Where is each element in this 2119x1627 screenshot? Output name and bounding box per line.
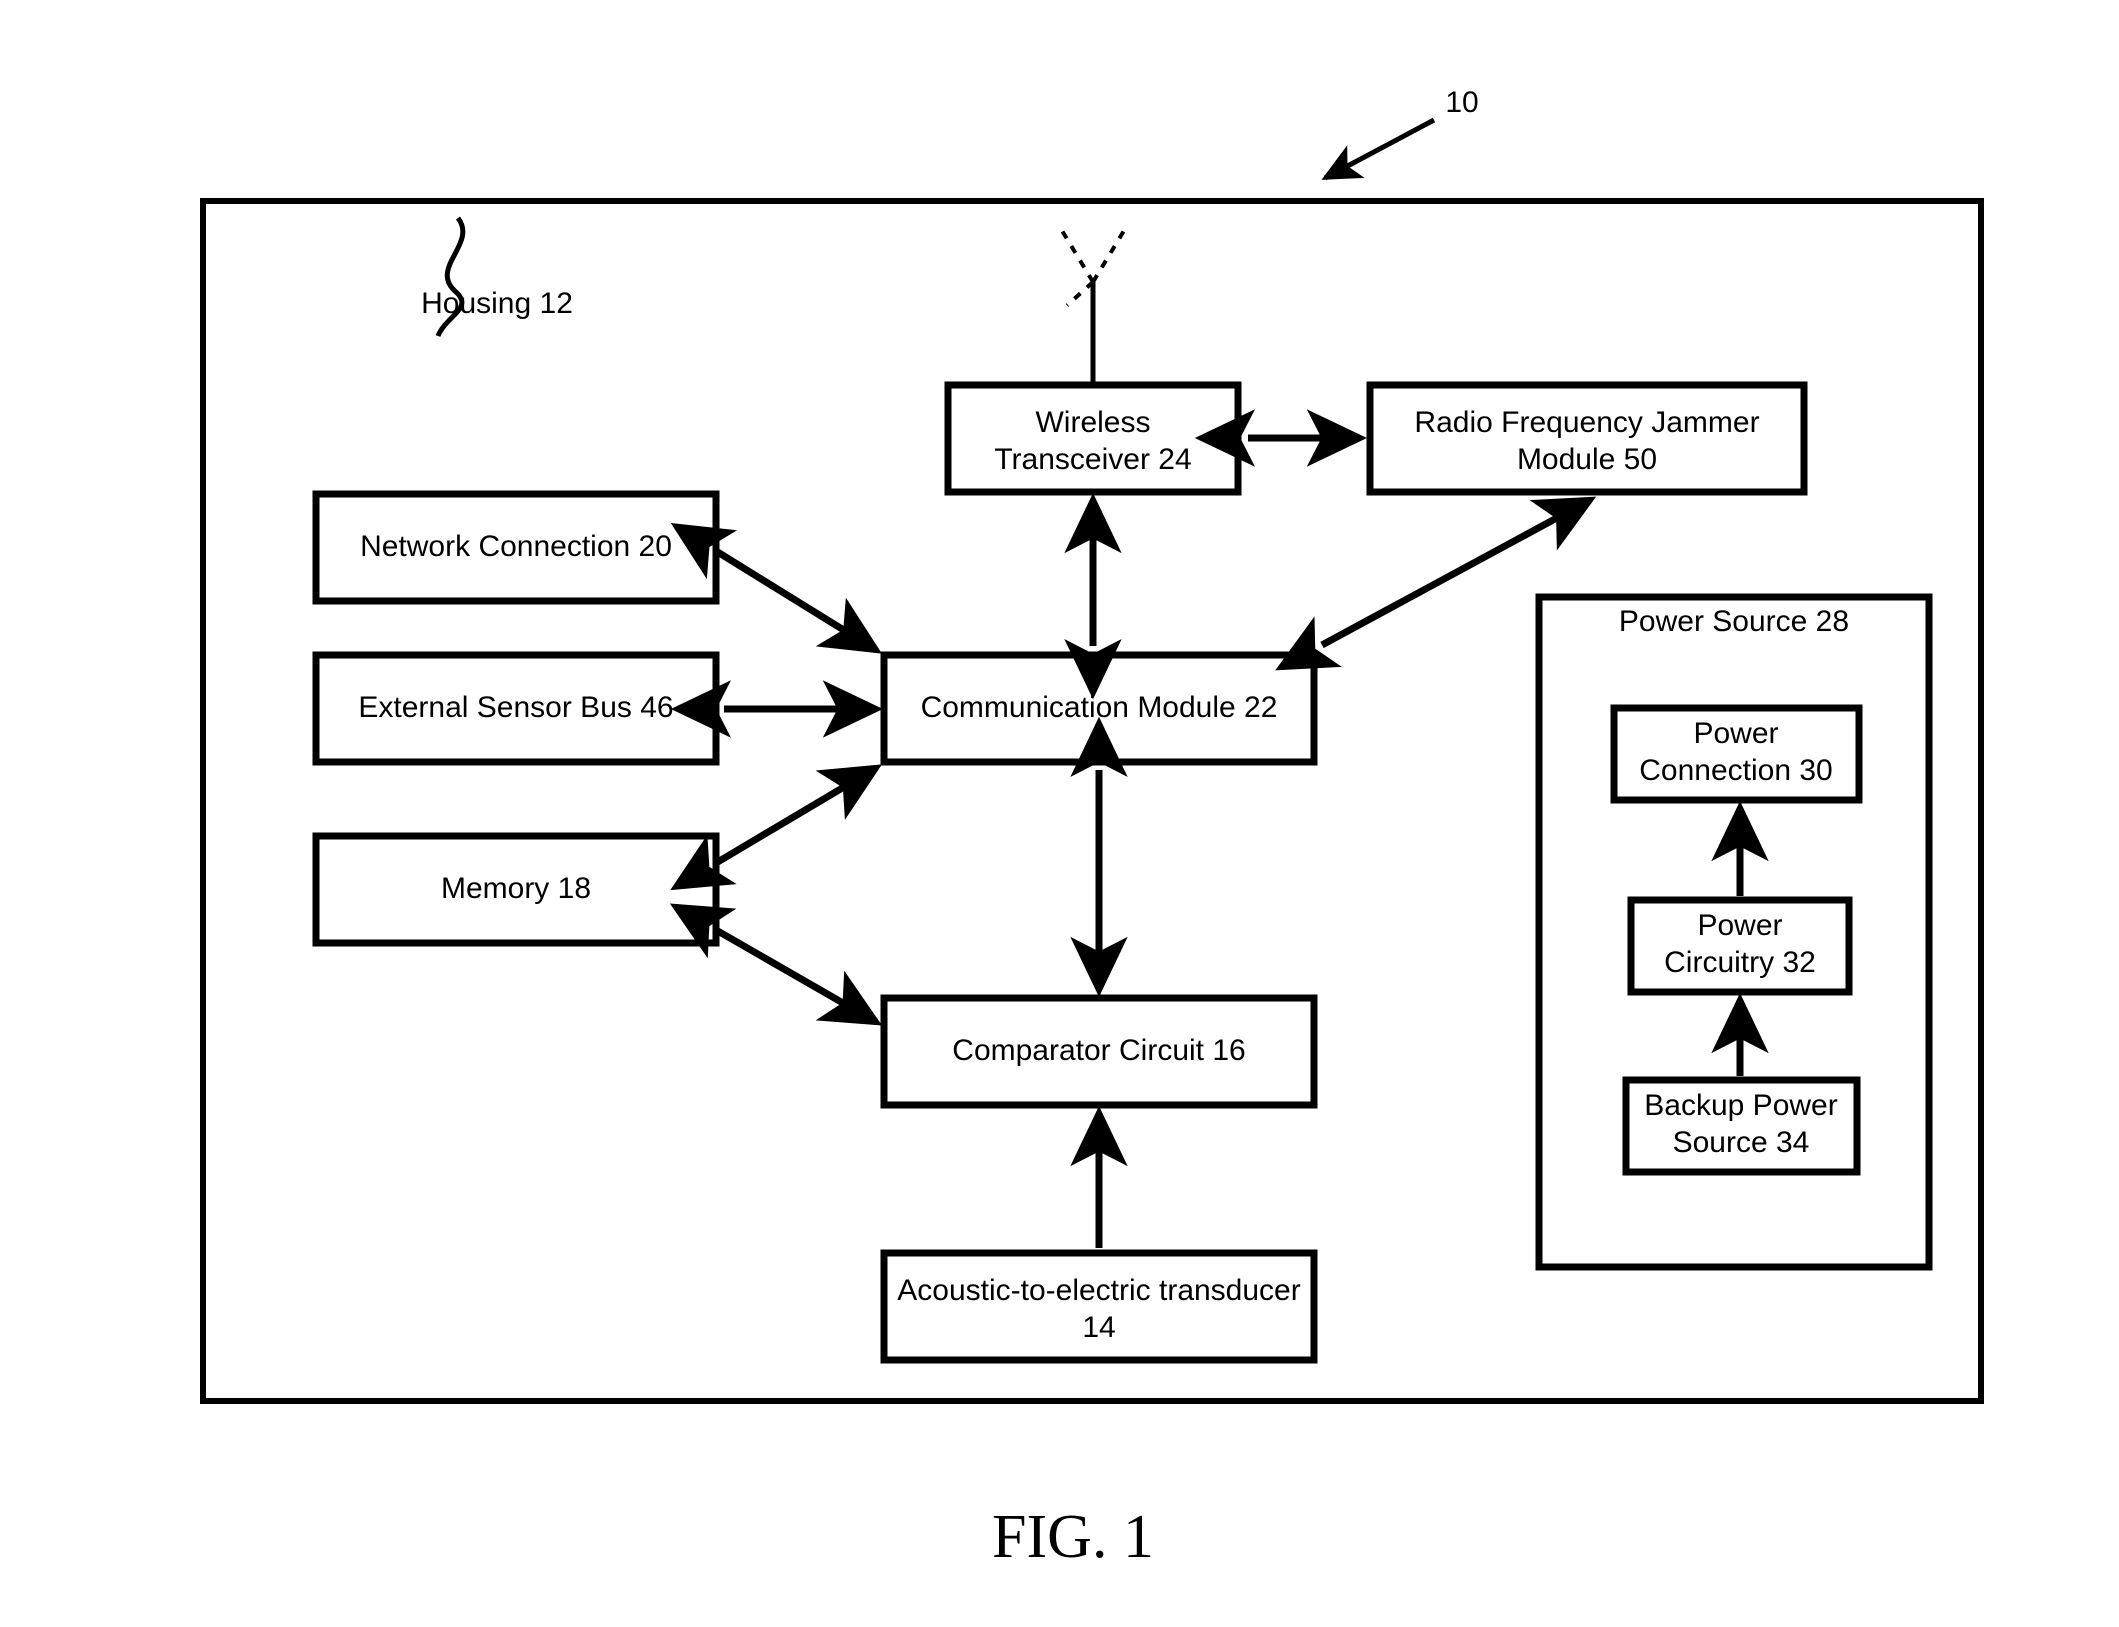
block-memory-label: Memory 18 — [441, 872, 591, 905]
block-power-connection-line2: Connection 30 — [1639, 754, 1832, 787]
block-wireless-transceiver-line2: Transceiver 24 — [994, 443, 1191, 476]
block-backup-power-source-line1: Backup Power — [1644, 1089, 1837, 1122]
block-wireless-transceiver-line1: Wireless — [1035, 406, 1150, 439]
block-power-circuitry-line1: Power — [1697, 909, 1782, 942]
block-network-connection-label: Network Connection 20 — [360, 530, 672, 563]
block-power-source-label: Power Source 28 — [1619, 605, 1849, 638]
block-transducer-line2: 14 — [1082, 1311, 1115, 1344]
block-power-circuitry-line2: Circuitry 32 — [1664, 946, 1816, 979]
housing-label: Housing 12 — [421, 287, 573, 320]
reference-arrow-icon — [1321, 117, 1436, 181]
figure-caption: FIG. 1 — [992, 1503, 1154, 1571]
block-rf-jammer-line1: Radio Frequency Jammer — [1414, 406, 1759, 439]
block-external-sensor-bus-label: External Sensor Bus 46 — [358, 691, 673, 724]
block-comparator-circuit-label: Comparator Circuit 16 — [952, 1034, 1245, 1067]
block-power-connection-line1: Power — [1693, 717, 1778, 750]
block-diagram: 10 Housing 12 Wireless Transceiver 24 Ra… — [200, 86, 1984, 1571]
block-rf-jammer-line2: Module 50 — [1517, 443, 1657, 476]
block-communication-module-label: Communication Module 22 — [921, 691, 1278, 724]
block-backup-power-source-line2: Source 34 — [1673, 1126, 1810, 1159]
patent-figure-page: 10 Housing 12 Wireless Transceiver 24 Ra… — [0, 0, 2119, 1627]
system-reference-label: 10 — [1445, 86, 1478, 119]
block-transducer-line1: Acoustic-to-electric transducer — [897, 1274, 1300, 1307]
